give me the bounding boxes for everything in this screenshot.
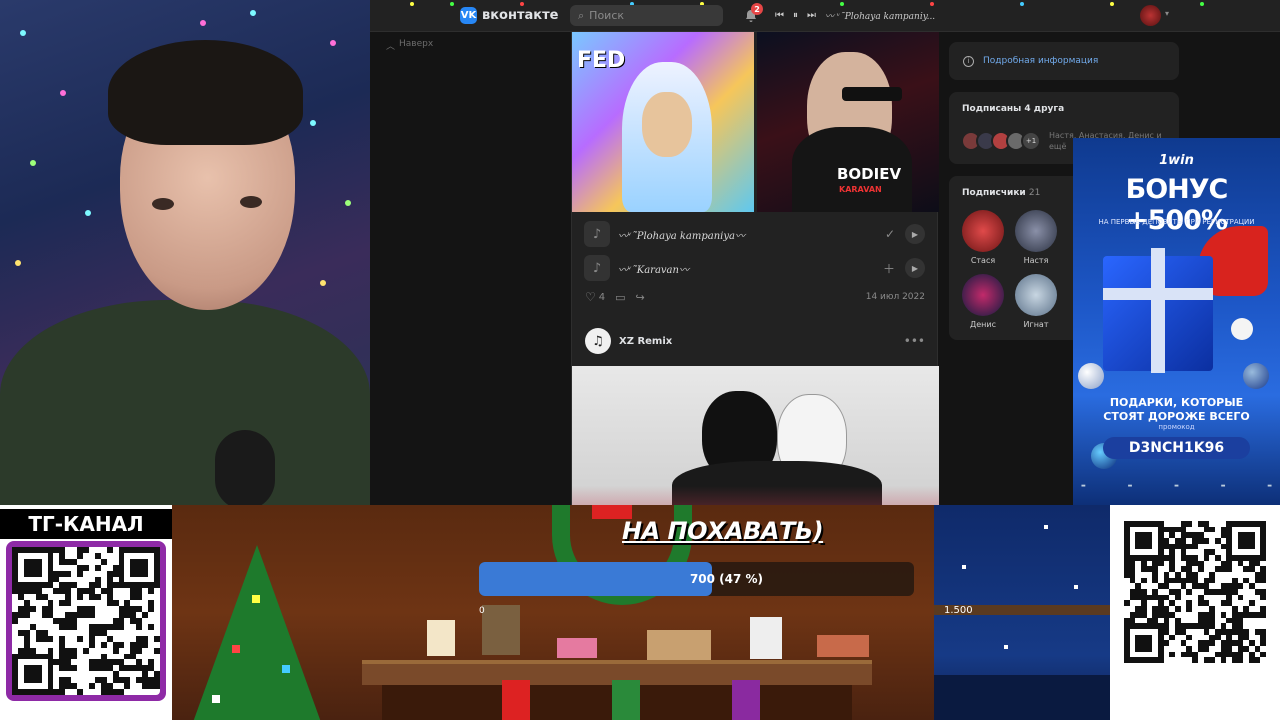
subscriber-avatar [962,210,1004,252]
promo-qr-code [1110,505,1280,720]
album-cover-bodiev[interactable]: BODIEV KARAVAN [757,32,939,212]
chevron-down-icon[interactable]: ▾ [1165,9,1169,18]
subscriber-name: Настя [1023,256,1049,265]
friends-title: Подписаны 4 друга [962,104,1065,114]
subscriber-avatar [1015,274,1057,316]
cover-bodiev-text: BODIEV [837,165,902,183]
ad-footer-icons: ▬ ▬ ▬ ▬ ▬ [1081,483,1272,489]
footer-mark: ▬ [1220,483,1226,489]
play-icon[interactable]: ▶ [905,258,925,278]
pixel-art-background: НА ПОХАВАТЬ) 700 (47 %) 0 1.500 [172,505,1110,720]
play-icon[interactable]: ▶ [905,224,925,244]
next-track-icon[interactable]: ⏭ [807,10,816,21]
ad-gifts-text: ПОДАРКИ, КОТОРЫЕ СТОЯТ ДОРОЖЕ ВСЕГО [1073,396,1280,424]
donation-goal-title: НА ПОХАВАТЬ) [622,517,824,545]
audio-player: ⏮ ⏸ ⏭ 〰 ᵛ˜Plohaya kampaniy... [775,9,935,22]
more-icon[interactable]: ••• [904,334,925,348]
tg-channel-title: ТГ-КАНАЛ [0,509,172,539]
music-note-icon: ♪ [584,255,610,281]
subscriber-item[interactable]: Настя [1013,210,1059,265]
goal-max-label: 1.500 [944,605,973,616]
ad-logo: 1win [1159,153,1194,168]
cover-fed-text: FED [577,48,626,73]
promo-label: промокод [1158,423,1195,431]
qr-module [1260,657,1266,663]
ad-gifts-line1: ПОДАРКИ, КОТОРЫЕ [1109,396,1244,409]
music-note-icon: ♪ [584,221,610,247]
subscriber-item[interactable]: Денис [960,274,1006,329]
plus-icon[interactable]: ＋ [883,260,895,277]
friends-more-badge: +1 [1021,131,1041,151]
search-icon: ⌕ [578,8,585,22]
likes-count: 4 [598,291,606,303]
ad-gifts-line2: СТОЯТ ДОРОЖЕ ВСЕГО [1103,410,1250,423]
now-playing-title[interactable]: 〰 ᵛ˜Plohaya kampaniy... [825,9,935,22]
donation-progress-text: 700 (47 %) [689,572,764,586]
track-name: 〰ᵛ˜Plohaya kampaniya〰 [618,230,745,242]
pause-icon[interactable]: ⏸ [793,10,798,21]
goal-min-label: 0 [479,606,485,616]
subscriber-avatar [1015,210,1057,252]
ad-subtitle: НА ПЕРВЫЕ ДЕПОЗИТЫ ПРИ РЕГИСТРАЦИИ [1098,218,1255,226]
post-actions: ♡ 4 ▭ ↪ 14 июл 2022 [585,290,925,304]
track-row[interactable]: ♪ 〰ᵛ˜Karavan〰 ＋ ▶ [584,254,929,282]
post-image[interactable] [572,366,939,512]
comment-icon[interactable]: ▭ [615,291,625,304]
qr-module [154,689,160,695]
search-placeholder: Поиск [589,9,625,22]
subscriber-item[interactable]: Стася [960,210,1006,265]
more-info-label: Подробная информация [983,56,1099,66]
telegram-channel-panel: ТГ-КАНАЛ [0,505,172,720]
check-icon[interactable]: ✓ [885,227,895,241]
author-avatar[interactable]: ♫ [585,328,611,354]
subscribers-label: Подписчики [962,188,1026,198]
footer-mark: ▬ [1127,483,1133,489]
telegram-qr-code [6,541,166,701]
news-feed: FED BODIEV KARAVAN ♪ 〰ᵛ˜Plohaya kampaniy… [571,32,939,512]
post-date[interactable]: 14 июл 2022 [866,292,925,302]
footer-mark: ▬ [1267,483,1272,489]
subscribers-title: Подписчики 21 [962,188,1040,198]
back-to-top[interactable]: ︿ Наверх [386,39,433,52]
search-input[interactable]: ⌕ Поиск [570,5,723,26]
profile-avatar[interactable] [1140,5,1161,26]
subscriber-avatar [962,274,1004,316]
chevron-up-icon: ︿ [386,42,396,52]
track-row[interactable]: ♪ 〰ᵛ˜Plohaya kampaniya〰 ✓ ▶ [584,220,929,248]
footer-mark: ▬ [1081,483,1086,489]
post-header: ♫ XZ Remix ••• [585,327,925,355]
subscriber-item[interactable]: Игнат [1013,274,1059,329]
vk-header: VK вконтакте ⌕ Поиск 2 ⏮ ⏸ ⏭ 〰 ᵛ˜Plohaya… [370,0,1280,32]
back-to-top-label: Наверх [399,39,434,49]
info-icon: i [963,55,974,67]
post-author[interactable]: XZ Remix [619,336,672,347]
more-info-link[interactable]: i Подробная информация [949,42,1179,80]
subscribers-count: 21 [1028,188,1041,198]
like-button[interactable]: ♡ 4 [585,290,605,304]
heart-icon: ♡ [585,290,596,304]
share-icon[interactable]: ↪ [636,291,645,304]
vk-logo[interactable]: VK вконтакте [460,7,558,24]
promo-code: D3NCH1K96 [1103,437,1250,459]
notifications-badge: 2 [751,3,763,15]
subscriber-name: Денис [970,320,996,329]
promo-banner: 1win БОНУС +500% НА ПЕРВЫЕ ДЕПОЗИТЫ ПРИ … [1073,138,1280,506]
subscriber-name: Игнат [1023,320,1049,329]
webcam-feed [0,0,370,505]
footer-mark: ▬ [1174,483,1179,489]
subscriber-name: Стася [970,256,996,265]
previous-track-icon[interactable]: ⏮ [775,10,784,21]
track-name: 〰ᵛ˜Karavan〰 [618,264,689,276]
vk-logo-icon: VK [460,7,477,24]
cover-bodiev-sub: KARAVAN [839,185,882,194]
album-cover-fed[interactable]: FED [572,32,754,212]
vk-logo-text: вконтакте [482,8,559,23]
